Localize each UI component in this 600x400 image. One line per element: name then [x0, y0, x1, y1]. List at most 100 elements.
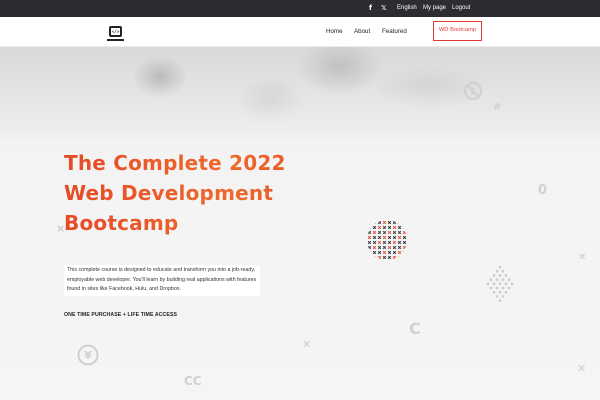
pattern-dot	[495, 269, 499, 273]
hero-title-line-3: Bootcamp	[64, 211, 179, 235]
double-c-glyph: CC	[184, 374, 202, 388]
pattern-mark	[402, 230, 407, 235]
pattern-mark	[382, 235, 387, 240]
pattern-dot	[507, 286, 511, 290]
pattern-dot	[492, 282, 496, 286]
pattern-mark	[387, 240, 392, 245]
pattern-dot	[489, 278, 493, 281]
pattern-mark	[382, 225, 387, 230]
nav-about[interactable]: About	[354, 17, 370, 47]
pattern-dot	[501, 269, 505, 273]
hero-description: This complete course is designed to educ…	[64, 265, 260, 296]
pattern-mark	[372, 225, 377, 230]
my-page-link[interactable]: My page	[423, 0, 446, 17]
pattern-mark	[367, 245, 372, 250]
pattern-mark	[377, 230, 382, 235]
hero-background-photo	[0, 47, 600, 137]
top-bar: f 𝕏 English My page Logout	[0, 0, 600, 17]
pattern-dot	[504, 290, 508, 294]
hero-section: S # 0 × C ✕ ✕ ✕ CC ¥ The Complete 2022 W…	[0, 47, 600, 400]
pattern-mark	[387, 235, 392, 240]
pattern-mark	[367, 235, 372, 240]
pattern-mark	[367, 225, 372, 230]
pattern-mark	[392, 220, 397, 225]
pattern-dot	[507, 278, 511, 281]
pattern-mark	[382, 250, 387, 255]
pattern-mark	[382, 230, 387, 235]
pattern-mark	[402, 250, 407, 255]
pattern-dot	[498, 299, 502, 302]
pattern-mark	[367, 255, 372, 260]
plus-x-icon: ✕	[302, 338, 312, 351]
circle-dot-pattern	[367, 220, 407, 260]
pattern-dot	[501, 286, 505, 290]
hash-icon: #	[493, 102, 502, 113]
pattern-mark	[367, 220, 372, 225]
pattern-mark	[372, 220, 377, 225]
pattern-mark	[377, 250, 382, 255]
pattern-mark	[392, 230, 397, 235]
nav-home[interactable]: Home	[326, 17, 343, 47]
pattern-dot	[495, 278, 499, 281]
pattern-mark	[387, 245, 392, 250]
pattern-mark	[402, 225, 407, 230]
pattern-dot	[489, 286, 493, 290]
pattern-dot	[501, 278, 505, 281]
pattern-mark	[397, 235, 402, 240]
pattern-mark	[402, 220, 407, 225]
pattern-mark	[377, 245, 382, 250]
pattern-mark	[402, 235, 407, 240]
logout-link[interactable]: Logout	[452, 0, 470, 17]
pattern-dot	[498, 290, 502, 294]
pattern-dot	[510, 282, 514, 286]
pattern-mark	[387, 255, 392, 260]
pattern-mark	[387, 250, 392, 255]
pattern-dot	[504, 274, 508, 277]
pattern-mark	[372, 235, 377, 240]
nav-featured[interactable]: Featured	[382, 17, 407, 47]
pattern-mark	[387, 225, 392, 230]
pattern-mark	[382, 240, 387, 245]
pattern-mark	[397, 240, 402, 245]
pattern-mark	[397, 225, 402, 230]
pattern-mark	[372, 255, 377, 260]
pattern-dot	[498, 282, 502, 286]
pattern-mark	[372, 230, 377, 235]
laptop-code-icon[interactable]: </>	[109, 26, 122, 37]
pattern-mark	[392, 240, 397, 245]
wd-bootcamp-button[interactable]: WD Bootcamp	[433, 21, 482, 41]
x-glyph-2: ✕	[577, 362, 587, 375]
pattern-mark	[392, 235, 397, 240]
pattern-mark	[397, 220, 402, 225]
pattern-mark	[392, 255, 397, 260]
pattern-mark	[397, 230, 402, 235]
pattern-dot	[492, 274, 496, 277]
language-link[interactable]: English	[397, 0, 417, 17]
pattern-mark	[382, 220, 387, 225]
facebook-icon[interactable]: f	[369, 0, 372, 17]
pattern-mark	[377, 220, 382, 225]
pattern-dot	[492, 290, 496, 294]
svg-text:¥: ¥	[84, 349, 92, 362]
pattern-mark	[387, 230, 392, 235]
c-glyph: C	[409, 319, 421, 338]
pattern-mark	[392, 245, 397, 250]
laptop-base	[107, 39, 124, 41]
pattern-dot	[486, 282, 490, 286]
main-navbar: </> Home About Featured WD Bootcamp	[0, 17, 600, 47]
hero-title-line-2: Web Development	[64, 181, 274, 205]
hero-title: The Complete 2022 Web Development Bootca…	[64, 148, 364, 238]
x-glyph: ✕	[578, 252, 587, 263]
pattern-mark	[377, 240, 382, 245]
pattern-dot	[504, 282, 508, 286]
svg-text:S: S	[470, 87, 476, 96]
pattern-mark	[377, 235, 382, 240]
pattern-mark	[382, 255, 387, 260]
pattern-dot	[498, 265, 502, 269]
pattern-mark	[402, 240, 407, 245]
pattern-mark	[392, 250, 397, 255]
twitter-icon[interactable]: 𝕏	[381, 0, 387, 17]
pattern-mark	[367, 240, 372, 245]
pattern-mark	[372, 250, 377, 255]
pattern-mark	[397, 255, 402, 260]
